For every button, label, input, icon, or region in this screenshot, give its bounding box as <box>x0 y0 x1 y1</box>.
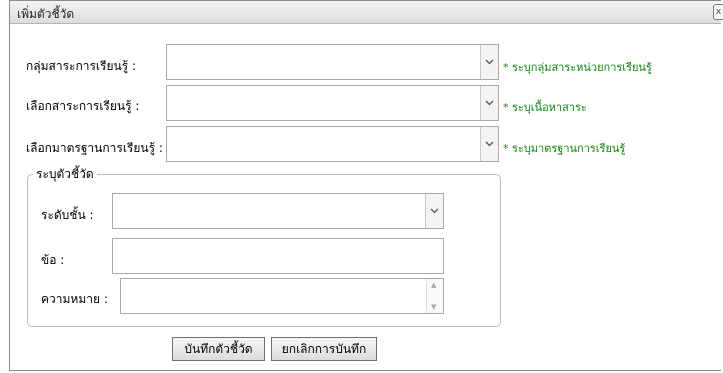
learning-area-label: กลุ่มสาระการเรียนรู้ : <box>26 59 137 73</box>
learning-standard-label: เลือกมาตรฐานการเรียนรู้ : <box>26 141 163 155</box>
chevron-down-icon[interactable] <box>480 45 498 79</box>
textarea-scrollbar[interactable]: ▲ ▼ <box>426 279 443 313</box>
level-select[interactable] <box>112 193 444 229</box>
learning-area-hint: * ระบุกลุ่มสาระหน่วยการเรียนรู้ <box>503 61 652 74</box>
meaning-textarea[interactable]: ▲ ▼ <box>120 278 444 314</box>
close-button[interactable]: x <box>713 4 723 20</box>
learning-area-select[interactable] <box>166 44 499 80</box>
dialog-titlebar[interactable]: เพิ่มตัวชี้วัด x <box>10 1 723 24</box>
learning-standard-select[interactable] <box>166 126 499 162</box>
save-indicator-button[interactable]: บันทึกตัวชี้วัด <box>172 337 265 361</box>
scroll-up-icon[interactable]: ▲ <box>431 281 436 289</box>
chevron-down-icon[interactable] <box>425 194 443 228</box>
add-indicator-dialog: เพิ่มตัวชี้วัด x กลุ่มสาระการเรียนรู้ : … <box>9 0 723 371</box>
dialog-title: เพิ่มตัวชี้วัด <box>17 7 75 21</box>
learning-subject-label: เลือกสาระการเรียนรู้ : <box>26 99 140 113</box>
chevron-down-icon[interactable] <box>480 127 498 161</box>
level-label: ระดับชั้น : <box>41 208 94 222</box>
indicator-legend: ระบุตัวชี้วัด <box>36 167 94 181</box>
learning-standard-hint: * ระบุมาตรฐานการเรียนรู้ <box>503 142 626 155</box>
item-input[interactable] <box>112 238 444 274</box>
item-label: ข้อ : <box>41 253 65 267</box>
learning-subject-select[interactable] <box>166 85 499 121</box>
chevron-down-icon[interactable] <box>480 86 498 120</box>
meaning-label: ความหมาย : <box>41 292 108 306</box>
cancel-save-button[interactable]: ยกเลิกการบันทึก <box>271 337 377 361</box>
learning-subject-hint: * ระบุเนื้อหาสาระ <box>503 101 587 114</box>
scroll-down-icon[interactable]: ▼ <box>431 303 436 311</box>
